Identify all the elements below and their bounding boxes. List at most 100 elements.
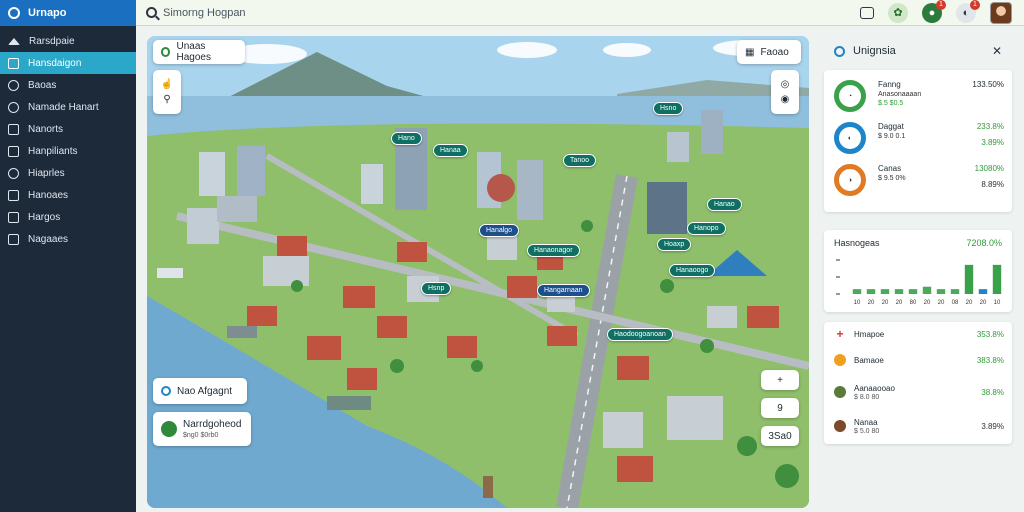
map-label[interactable]: Hanalgo	[479, 224, 520, 237]
chart-bar[interactable]	[992, 264, 1002, 294]
location-icon	[161, 47, 171, 57]
alert-button[interactable]: ◐ 1	[956, 0, 980, 23]
map-card-2-title: Narrdgoheod	[183, 419, 242, 430]
chart-bar[interactable]	[866, 289, 876, 294]
stat-sub2: $.5 $0.5	[878, 100, 904, 107]
stats-panel: ◔ Fanng Anasonaaaan $.5 $0.5 133.50% ◐ D…	[824, 70, 1012, 212]
route-icon	[161, 386, 171, 396]
city-map[interactable]: Unaas Hagoes ▦ Faoao ☝ ⚲ ◎ ◉ Hsno Hano H…	[147, 36, 809, 508]
stat-sub: $ 9.5 0%	[878, 175, 906, 182]
layer-filter-chip[interactable]: ▦ Faoao	[737, 40, 801, 64]
top-actions: ✿ ● 1 ◐ 1	[860, 0, 1012, 24]
map-tools: ☝ ⚲	[153, 70, 181, 114]
list-item[interactable]: + Hmapoe 353.8%	[834, 324, 1004, 344]
list-item[interactable]: Nanaa $ 5.0 80 3.89%	[834, 414, 1004, 438]
zoom-in-button[interactable]: +	[761, 370, 799, 390]
sidebar-item-4[interactable]: Nanorts	[0, 118, 136, 140]
list-item-text: Nanaa $ 5.0 80	[854, 418, 879, 435]
green-avatar-icon	[834, 386, 846, 398]
map-card-1[interactable]: Nao Afgagnt	[153, 378, 247, 404]
chart-bar[interactable]	[908, 289, 918, 294]
chart-bar[interactable]	[936, 289, 946, 294]
sidebar-item-1[interactable]: Hansdaigon	[0, 52, 136, 74]
sidebar-item-3[interactable]: Namade Hanart	[0, 96, 136, 118]
map-view-tools: ◎ ◉	[771, 70, 799, 114]
stat-row[interactable]: ◑ Canas $ 9.5 0% 13080% 8.89%	[834, 164, 1004, 200]
sidebar-item-2[interactable]: Baoas	[0, 74, 136, 96]
x-tick-label: 20	[896, 300, 903, 306]
map-card-1-title: Nao Afgagnt	[177, 385, 233, 397]
home-icon	[8, 37, 20, 45]
circle-icon	[8, 79, 19, 91]
locate-icon[interactable]: ◉	[781, 94, 790, 105]
zoom-out-button[interactable]: 9	[761, 398, 799, 418]
sidebar-item-8[interactable]: Hargos	[0, 206, 136, 228]
list-item-value: 3.89%	[981, 421, 1004, 431]
orange-pin-icon	[834, 354, 846, 366]
stat-row[interactable]: ◐ Daggat $ 9.0 0.1 233.8% 3.89%	[834, 122, 1004, 158]
map-label[interactable]: Hanaa	[433, 144, 468, 157]
stat-value: 233.8%	[976, 122, 1004, 131]
stat-change: 3.89%	[981, 138, 1004, 147]
list-item[interactable]: Bamaoe 383.8%	[834, 350, 1004, 370]
list-item-value: 353.8%	[976, 329, 1004, 339]
sidebar-item-0[interactable]: Rarsdpaie	[0, 30, 136, 52]
list-item-label: Bamaoe	[854, 355, 884, 365]
chart-bar[interactable]	[852, 289, 862, 294]
list-item-label: Nanaa	[854, 417, 878, 427]
map-label[interactable]: Hsnp	[421, 282, 452, 295]
search-input[interactable]	[163, 6, 463, 19]
map-label[interactable]: Tanoo	[563, 154, 597, 167]
sidebar-item-5[interactable]: Hanpiliants	[0, 140, 136, 162]
map-card-2[interactable]: Narrdgoheod $ng0 $0rb0	[153, 412, 251, 446]
map-label[interactable]: Haodoogoanoan	[607, 328, 673, 341]
stat-sub: $ 9.0 0.1	[878, 133, 906, 140]
chart-bar[interactable]	[978, 289, 988, 294]
grid-icon	[8, 145, 19, 157]
close-icon[interactable]: ✕	[992, 44, 1002, 58]
sidebar-item-6[interactable]: Hiaprles	[0, 162, 136, 184]
alert-badge: 1	[970, 0, 980, 10]
pointer-icon[interactable]: ☝	[161, 79, 173, 90]
notification-button[interactable]: ● 1	[922, 0, 946, 23]
sidebar-item-label: Namade Hanart	[28, 101, 99, 113]
map-label[interactable]: Hoaxp	[657, 238, 692, 251]
map-label[interactable]: Hangarnaan	[537, 284, 590, 297]
map-icon	[8, 57, 19, 69]
chart-bar[interactable]	[922, 286, 932, 294]
map-label[interactable]: Hanaonagor	[527, 244, 580, 257]
sidebar-nav: Rarsdpaie Hansdaigon Baoas Namade Hanart…	[0, 30, 136, 250]
map-title: Unaas Hagoes	[176, 41, 211, 63]
chat-icon[interactable]	[860, 6, 874, 19]
list-panel: + Hmapoe 353.8% Bamaoe 383.8% Aanaaooao …	[824, 322, 1012, 444]
chart-bar[interactable]	[964, 264, 974, 294]
list-item[interactable]: Aanaaooao $ 8.0 80 38.8%	[834, 380, 1004, 404]
list-item-label: Aanaaooao	[854, 383, 895, 393]
stat-row[interactable]: ◔ Fanng Anasonaaaan $.5 $0.5 133.50%	[834, 80, 1004, 116]
map-label[interactable]: Hsno	[653, 102, 684, 115]
map-title-chip[interactable]: Unaas Hagoes	[153, 40, 245, 64]
leaf-icon[interactable]: ✿	[888, 2, 908, 23]
map-label[interactable]: Hanaoogo	[669, 264, 716, 277]
compass-icon[interactable]: ◎	[781, 79, 790, 90]
search-icon[interactable]	[146, 7, 157, 18]
chart-bar[interactable]	[894, 289, 904, 294]
chart-bar[interactable]	[950, 289, 960, 294]
zoom-in-label: +	[777, 374, 783, 386]
chart-icon	[8, 123, 19, 135]
walk-icon[interactable]: ⚲	[163, 94, 170, 105]
sidebar-item-9[interactable]: Nagaaes	[0, 228, 136, 250]
chart-bar[interactable]	[880, 289, 890, 294]
list-item-value: 38.8%	[981, 387, 1004, 397]
list-item-sub: $ 5.0 80	[854, 427, 880, 435]
sidebar-item-7[interactable]: Hanoaes	[0, 184, 136, 206]
stat-change: 8.89%	[981, 180, 1004, 189]
map-label[interactable]: Hano	[391, 132, 422, 145]
map-label[interactable]: Hanopo	[687, 222, 726, 235]
user-avatar[interactable]	[990, 1, 1012, 24]
x-tick-label: 20	[938, 300, 945, 306]
map-label[interactable]: Hanao	[707, 198, 742, 211]
app-brand[interactable]: Urnapo	[0, 0, 136, 26]
sidebar-item-label: Hanpiliants	[28, 145, 78, 157]
layers-icon	[8, 189, 19, 201]
